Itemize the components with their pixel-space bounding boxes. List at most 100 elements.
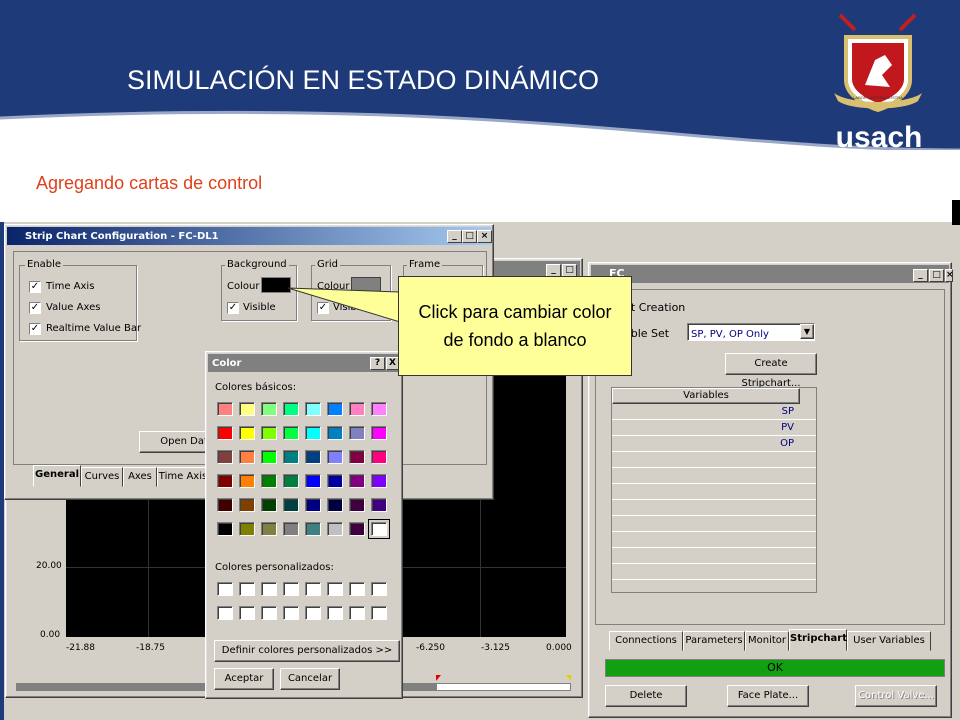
basic-color-swatch[interactable] [239,498,255,512]
basic-color-swatch[interactable] [305,498,321,512]
custom-color-swatch[interactable] [371,606,387,620]
basic-color-swatch[interactable] [261,498,277,512]
custom-color-swatch[interactable] [217,582,233,596]
variable-set-select[interactable]: SP, PV, OP Only ▼ [687,323,815,341]
basic-color-swatch[interactable] [217,498,233,512]
basic-color-swatch[interactable] [261,474,277,488]
tab-axes[interactable]: Axes [123,467,157,487]
basic-color-swatch[interactable] [371,474,387,488]
custom-color-swatch[interactable] [239,606,255,620]
basic-color-swatch[interactable] [349,498,365,512]
custom-color-swatch[interactable] [305,606,321,620]
control-valve-button[interactable]: Control Valve... [855,685,937,707]
basic-color-swatch[interactable] [239,426,255,440]
custom-color-swatch[interactable] [239,582,255,596]
custom-color-swatch[interactable] [349,606,365,620]
value-axes-checkbox[interactable]: ✓ [29,302,41,314]
basic-color-swatch[interactable] [327,402,343,416]
cancel-button[interactable]: Cancelar [280,668,340,690]
tab-connections[interactable]: Connections [609,631,683,651]
basic-color-swatch[interactable] [261,402,277,416]
fc-maximize-button[interactable]: □ [929,269,944,282]
basic-color-swatch[interactable] [217,474,233,488]
define-custom-colors-button[interactable]: Definir colores personalizados >> [214,640,400,662]
variable-row[interactable] [612,548,816,564]
basic-color-swatch[interactable] [283,426,299,440]
basic-color-swatch[interactable] [283,474,299,488]
variable-row[interactable] [612,516,816,532]
basic-color-swatch[interactable] [217,450,233,464]
strip-maximize-button[interactable]: □ [462,230,477,243]
fc-close-button[interactable]: × [945,269,954,282]
custom-color-swatch[interactable] [327,606,343,620]
basic-color-swatch[interactable] [283,522,299,536]
custom-color-swatch[interactable] [283,606,299,620]
basic-color-swatch[interactable] [305,474,321,488]
custom-color-swatch[interactable] [217,606,233,620]
basic-color-swatch[interactable] [239,402,255,416]
basic-color-swatch[interactable] [261,426,277,440]
basic-color-swatch[interactable] [217,402,233,416]
tab-user-variables[interactable]: User Variables [847,631,931,651]
basic-color-swatch[interactable] [305,450,321,464]
basic-color-swatch[interactable] [305,402,321,416]
basic-color-swatch[interactable] [261,522,277,536]
basic-color-swatch[interactable] [368,519,390,539]
basic-color-swatch[interactable] [327,426,343,440]
basic-color-swatch[interactable] [305,522,321,536]
basic-color-swatch[interactable] [217,522,233,536]
basic-color-swatch[interactable] [283,450,299,464]
variable-row[interactable]: SP [612,404,816,420]
basic-color-swatch[interactable] [349,450,365,464]
basic-color-swatch[interactable] [327,474,343,488]
basic-color-swatch[interactable] [327,498,343,512]
custom-color-swatch[interactable] [283,582,299,596]
tab-general[interactable]: General [33,465,81,487]
variables-header[interactable]: Variables [612,388,800,404]
basic-color-swatch[interactable] [327,522,343,536]
basic-color-swatch[interactable] [371,498,387,512]
face-plate-button[interactable]: Face Plate... [727,685,809,707]
tab-curves[interactable]: Curves [81,467,123,487]
basic-color-swatch[interactable] [239,450,255,464]
tab-parameters[interactable]: Parameters [683,631,745,651]
custom-color-swatch[interactable] [371,582,387,596]
basic-color-swatch[interactable] [283,402,299,416]
variable-row[interactable] [612,532,816,548]
custom-color-swatch[interactable] [261,606,277,620]
fc-minimize-button[interactable]: _ [913,269,928,282]
basic-color-swatch[interactable] [217,426,233,440]
variable-row[interactable] [612,564,816,580]
time-axis-checkbox[interactable]: ✓ [29,281,41,293]
basic-color-swatch[interactable] [349,426,365,440]
basic-color-swatch[interactable] [261,450,277,464]
variable-row[interactable]: OP [612,436,816,452]
basic-color-swatch[interactable] [239,474,255,488]
variable-row[interactable]: PV [612,420,816,436]
basic-color-swatch[interactable] [239,522,255,536]
basic-color-swatch[interactable] [371,450,387,464]
custom-color-swatch[interactable] [305,582,321,596]
variable-row[interactable] [612,452,816,468]
custom-color-swatch[interactable] [261,582,277,596]
variable-row[interactable] [612,468,816,484]
realtime-bar-checkbox[interactable]: ✓ [29,323,41,335]
tab-time-axis[interactable]: Time Axis [157,467,209,487]
custom-color-swatch[interactable] [349,582,365,596]
basic-color-swatch[interactable] [349,402,365,416]
custom-color-swatch[interactable] [327,582,343,596]
variable-row[interactable] [612,500,816,516]
basic-color-swatch[interactable] [327,450,343,464]
help-button[interactable]: ? [370,357,385,370]
basic-color-swatch[interactable] [349,474,365,488]
accept-button[interactable]: Aceptar [214,668,274,690]
background-visible-checkbox[interactable]: ✓ [227,302,239,314]
strip-minimize-button[interactable]: _ [447,230,462,243]
chevron-down-icon[interactable]: ▼ [800,324,814,339]
tab-stripchart[interactable]: Stripchart [789,629,847,651]
basic-color-swatch[interactable] [371,402,387,416]
delete-button[interactable]: Delete [605,685,687,707]
strip-close-button[interactable]: × [477,230,492,243]
variable-row[interactable] [612,484,816,500]
basic-color-swatch[interactable] [305,426,321,440]
